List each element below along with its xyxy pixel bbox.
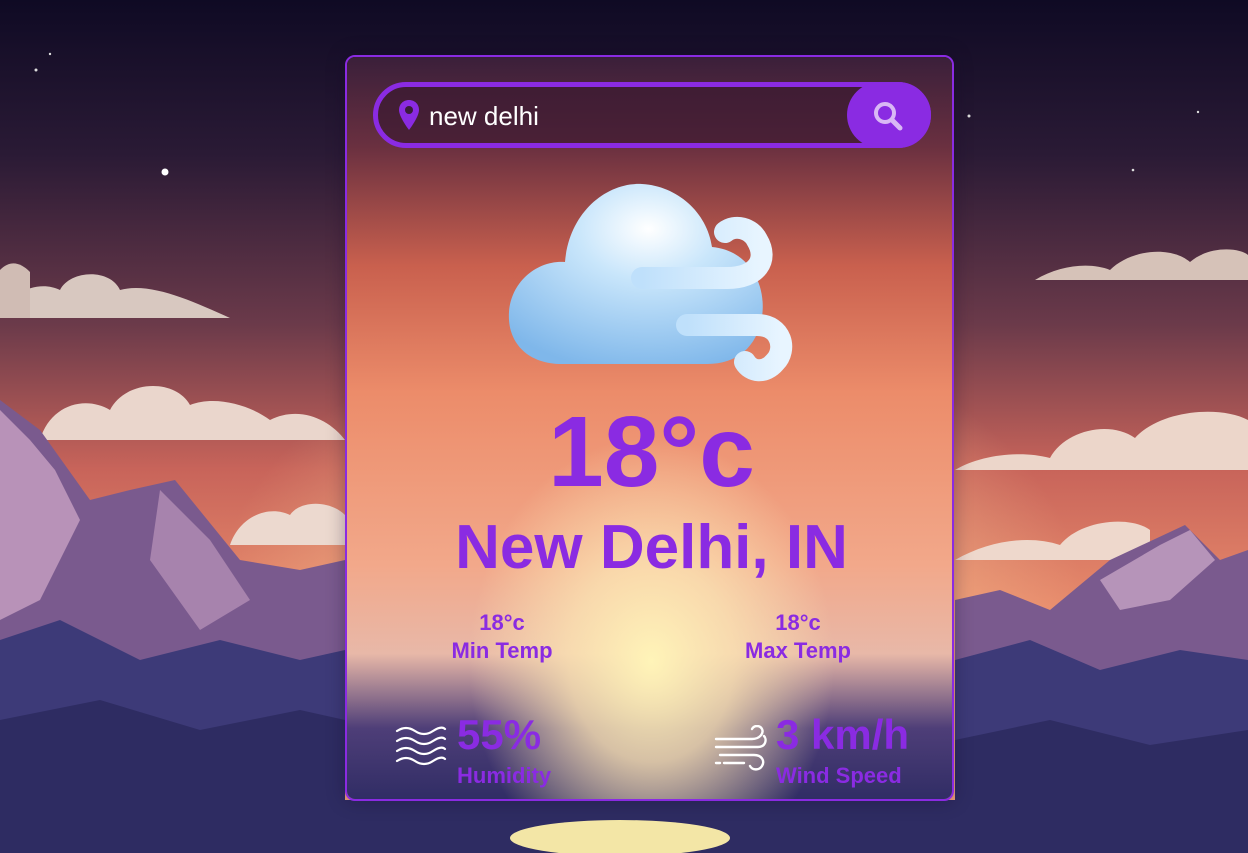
weather-card: 18°c New Delhi, IN 18°c Min Temp 18°c Ma… — [345, 55, 954, 801]
location-pin-icon — [399, 100, 419, 130]
search-input[interactable] — [427, 97, 831, 135]
wind-value: 3 km/h — [776, 711, 910, 758]
humidity-label: Humidity — [457, 763, 552, 788]
windy-cloud-icon — [508, 183, 793, 382]
max-temp-label: Max Temp — [745, 638, 851, 663]
max-temp-block: 18°c Max Temp — [718, 609, 878, 665]
humidity-value: 55% — [457, 711, 542, 758]
search-bar — [373, 82, 931, 148]
search-button[interactable] — [847, 82, 931, 148]
max-temp-value: 18°c — [775, 610, 821, 635]
min-temp-label: Min Temp — [451, 638, 553, 663]
wind-label: Wind Speed — [776, 763, 902, 788]
humidity-waves-icon — [395, 726, 447, 766]
city-name: New Delhi, IN — [455, 513, 848, 582]
min-temp-block: 18°c Min Temp — [422, 609, 582, 665]
search-icon — [874, 102, 903, 131]
wind-icon — [714, 725, 767, 771]
current-temperature: 18°c — [548, 396, 755, 508]
min-temp-value: 18°c — [479, 610, 525, 635]
